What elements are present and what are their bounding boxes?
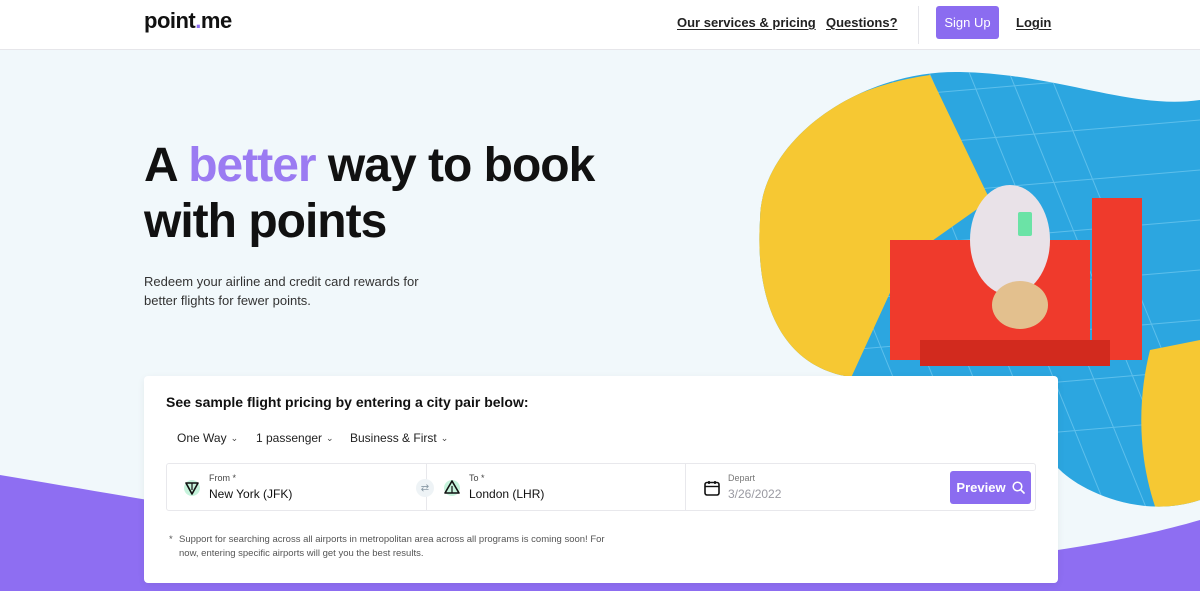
flight-search-card: See sample flight pricing by entering a … [144,376,1058,583]
passengers-dropdown[interactable]: 1 passenger ⌄ [256,431,334,445]
search-footnote: * Support for searching across all airpo… [169,533,619,561]
nav-services-pricing-link[interactable]: Our services & pricing [677,15,816,30]
chevron-down-icon: ⌄ [326,432,334,443]
cabin-class-value: Business & First [350,431,437,445]
search-icon [1012,481,1025,494]
headline-accent: better [188,139,316,192]
nav-divider [918,6,919,44]
to-airport-field[interactable]: To * London (LHR) [426,464,685,510]
preview-button-label: Preview [956,480,1006,495]
from-label: From * [209,473,236,483]
hero-subtext: Redeem your airline and credit card rewa… [144,274,419,308]
to-label: To * [469,473,485,483]
logo-suffix: me [200,8,232,33]
trip-type-value: One Way [177,431,227,445]
from-airport-field[interactable]: From * New York (JFK) ⇄ [167,464,434,510]
search-card-title: See sample flight pricing by entering a … [166,394,529,410]
hero-headline: A better way to book with points [144,138,604,250]
search-fields-row: From * New York (JFK) ⇄ To * London (LHR… [166,463,1036,511]
trip-type-dropdown[interactable]: One Way ⌄ [177,431,238,445]
takeoff-icon [184,480,200,496]
depart-placeholder: 3/26/2022 [728,487,782,501]
passengers-value: 1 passenger [256,431,323,445]
login-link[interactable]: Login [1016,15,1051,30]
swap-icon[interactable]: ⇄ [416,479,434,497]
from-value: New York (JFK) [209,487,293,501]
preview-button[interactable]: Preview [950,471,1031,504]
to-value: London (LHR) [469,487,545,501]
footnote-marker: * [169,534,173,545]
cabin-class-dropdown[interactable]: Business & First ⌄ [350,431,448,445]
top-header: point.me Our services & pricing Question… [0,0,1200,50]
footnote-text: Support for searching across all airport… [179,534,605,559]
depart-label: Depart [728,473,756,483]
depart-date-field[interactable]: Depart 3/26/2022 [685,464,944,510]
landing-icon [444,480,460,496]
chevron-down-icon: ⌄ [230,432,239,443]
logo-text: point [144,8,196,33]
pointme-logo[interactable]: point.me [144,8,232,34]
chevron-down-icon: ⌄ [440,432,449,443]
calendar-icon [704,481,720,496]
headline-start: A [144,139,189,192]
sign-up-button[interactable]: Sign Up [936,6,999,39]
nav-questions-link[interactable]: Questions? [826,15,898,30]
